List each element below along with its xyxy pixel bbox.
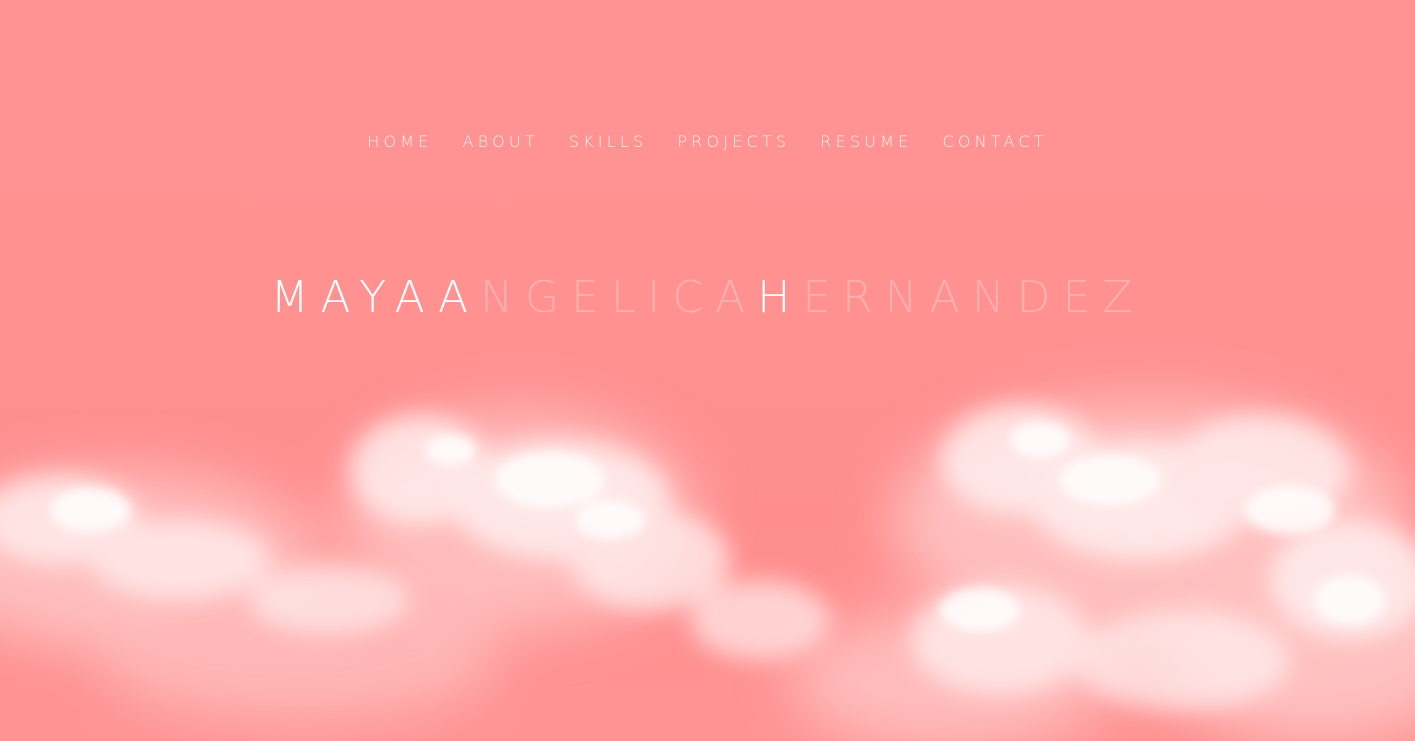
- hero-background: HOME ABOUT SKILLS PROJECTS RESUME CONTAC…: [0, 0, 1415, 741]
- nav-resume-link[interactable]: RESUME: [820, 131, 912, 153]
- hero-title: MAYAANGELICAHERNANDEZ: [0, 270, 1415, 326]
- hero-title-part-2: NGELICA: [480, 272, 758, 323]
- nav-home-link[interactable]: HOME: [367, 131, 432, 153]
- nav-skills-link[interactable]: SKILLS: [569, 131, 648, 153]
- clouds-image: [0, 400, 1415, 741]
- nav-projects-link[interactable]: PROJECTS: [677, 131, 790, 153]
- nav-about-link[interactable]: ABOUT: [463, 131, 539, 153]
- hero-title-part-4: ERNANDEZ: [802, 272, 1145, 323]
- main-nav: HOME ABOUT SKILLS PROJECTS RESUME CONTAC…: [0, 131, 1415, 153]
- hero-title-part-3: H: [757, 272, 803, 323]
- hero-title-part-1: MAYAA: [270, 272, 481, 323]
- nav-contact-link[interactable]: CONTACT: [942, 131, 1047, 153]
